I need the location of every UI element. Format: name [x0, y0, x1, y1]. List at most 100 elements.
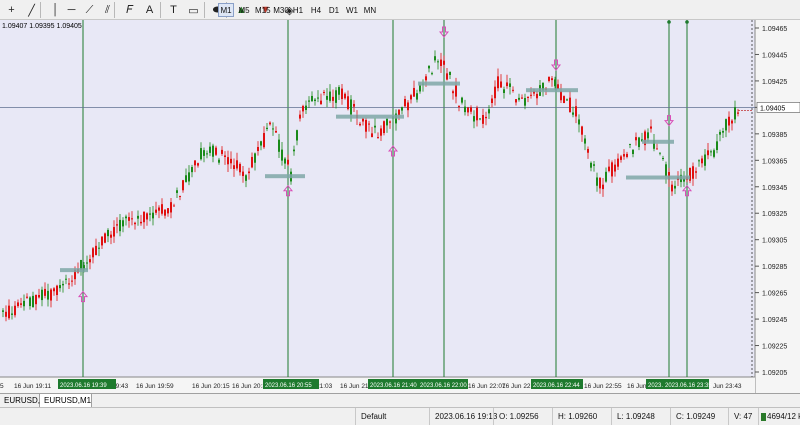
- fibonacci-icon[interactable]: 𝐹: [122, 3, 137, 17]
- candle-body: [131, 218, 133, 220]
- candle-body: [659, 152, 661, 154]
- timeframe-w1-button[interactable]: W1: [344, 3, 360, 17]
- level-bar[interactable]: [60, 268, 88, 273]
- candle-body: [443, 60, 445, 65]
- level-bar[interactable]: [526, 88, 578, 93]
- candle-body: [521, 97, 523, 99]
- candle-body: [593, 164, 595, 166]
- timeframe-h4-button[interactable]: H4: [308, 3, 324, 17]
- trendline-icon[interactable]: ⟋: [82, 3, 97, 17]
- candle-body: [20, 303, 22, 305]
- tab-chart-2[interactable]: EURUSD,M1: [40, 394, 92, 407]
- candle-body: [110, 234, 112, 238]
- level-bar[interactable]: [642, 139, 674, 144]
- candle-body: [203, 150, 205, 156]
- candle-body: [305, 105, 307, 111]
- candle-body: [44, 288, 46, 296]
- candle-body: [665, 164, 667, 177]
- timeframe-mn-button[interactable]: MN: [362, 3, 378, 17]
- candle-body: [575, 106, 577, 117]
- candle-body: [173, 205, 175, 207]
- horizontal-line-icon[interactable]: ─: [64, 3, 79, 17]
- price-chart[interactable]: 1.09465 1.09445 1.09425 1.09405 1.09385 1.093…: [0, 20, 800, 393]
- candle-body: [293, 149, 295, 152]
- price-tick-label: 1.09325: [762, 211, 787, 218]
- candle-body: [269, 122, 271, 125]
- toolbar-separator: [160, 2, 161, 18]
- candle-body: [635, 137, 637, 141]
- candle-body: [365, 119, 367, 132]
- candle-body: [620, 156, 622, 160]
- candle-body: [524, 97, 526, 106]
- level-bar[interactable]: [626, 175, 690, 180]
- candle-body: [119, 219, 121, 232]
- candle-body: [398, 109, 400, 116]
- candle-body: [335, 90, 337, 103]
- timeframe-m15-button[interactable]: M15: [254, 3, 271, 17]
- candle-body: [302, 105, 304, 112]
- line-icon[interactable]: ╱: [24, 3, 39, 17]
- text-label-icon[interactable]: T: [166, 3, 181, 17]
- candle-body: [17, 302, 19, 307]
- candle-body: [419, 85, 421, 92]
- price-tick-label: 1.09445: [762, 52, 787, 59]
- candle-body: [191, 167, 193, 173]
- candle-body: [47, 290, 49, 300]
- candle-body: [224, 155, 226, 158]
- timeframe-d1-button[interactable]: D1: [326, 3, 342, 17]
- candle-body: [8, 305, 10, 319]
- candle-body: [380, 128, 382, 136]
- candle-body: [527, 96, 529, 98]
- level-bar[interactable]: [265, 174, 305, 179]
- candle-body: [62, 283, 64, 286]
- candle-body: [566, 99, 568, 101]
- candle-body: [107, 229, 109, 237]
- candle-body: [599, 177, 601, 189]
- candle-body: [491, 98, 493, 104]
- candle-body: [248, 171, 250, 174]
- candle-body: [257, 146, 259, 151]
- candle-body: [377, 137, 379, 139]
- candle-body: [431, 73, 433, 75]
- candle-body: [389, 121, 391, 123]
- line-handle[interactable]: [685, 20, 689, 24]
- candle-body: [11, 313, 13, 315]
- candle-body: [308, 100, 310, 102]
- text-icon[interactable]: A: [142, 3, 157, 17]
- candle-body: [95, 245, 97, 256]
- candle-body: [242, 171, 244, 177]
- tab-chart-1[interactable]: EURUSD,M1: [0, 394, 51, 407]
- status-close: C: 1.09249: [670, 408, 728, 425]
- timeframe-m5-button[interactable]: M5: [236, 3, 252, 17]
- candle-body: [728, 116, 730, 126]
- level-bar[interactable]: [418, 81, 460, 86]
- chart-tabs: EURUSD,M1 EURUSD,M1: [0, 393, 800, 407]
- chart-canvas[interactable]: 1.09465 1.09445 1.09425 1.09405 1.09385 1.093…: [0, 20, 800, 393]
- level-bar[interactable]: [336, 114, 404, 119]
- timeframe-h1-button[interactable]: H1: [290, 3, 306, 17]
- crosshair-icon[interactable]: +: [4, 3, 19, 17]
- time-highlight-label: 2023.06.16 21:40: [370, 383, 417, 389]
- vertical-line-icon[interactable]: │: [48, 3, 63, 17]
- candle-body: [161, 204, 163, 214]
- timeframe-m30-button[interactable]: M30: [272, 3, 290, 17]
- candle-body: [152, 212, 154, 219]
- candle-body: [122, 220, 124, 227]
- candle-body: [530, 94, 532, 96]
- candle-body: [710, 151, 712, 153]
- candle-body: [341, 88, 343, 100]
- price-tick-label: 1.09305: [762, 238, 787, 245]
- candle-body: [167, 208, 169, 214]
- channel-icon[interactable]: ⫽: [100, 3, 115, 17]
- rectangle-icon[interactable]: ▭: [186, 3, 201, 17]
- candle-body: [410, 95, 412, 100]
- candle-body: [23, 300, 25, 307]
- line-handle[interactable]: [667, 20, 671, 24]
- candle-body: [320, 100, 322, 105]
- candle-body: [581, 126, 583, 135]
- candle-body: [317, 97, 319, 99]
- timeframe-m1-button[interactable]: M1: [218, 3, 234, 17]
- candle-body: [32, 295, 34, 307]
- candle-body: [35, 294, 37, 305]
- status-volume: V: 47: [728, 408, 758, 425]
